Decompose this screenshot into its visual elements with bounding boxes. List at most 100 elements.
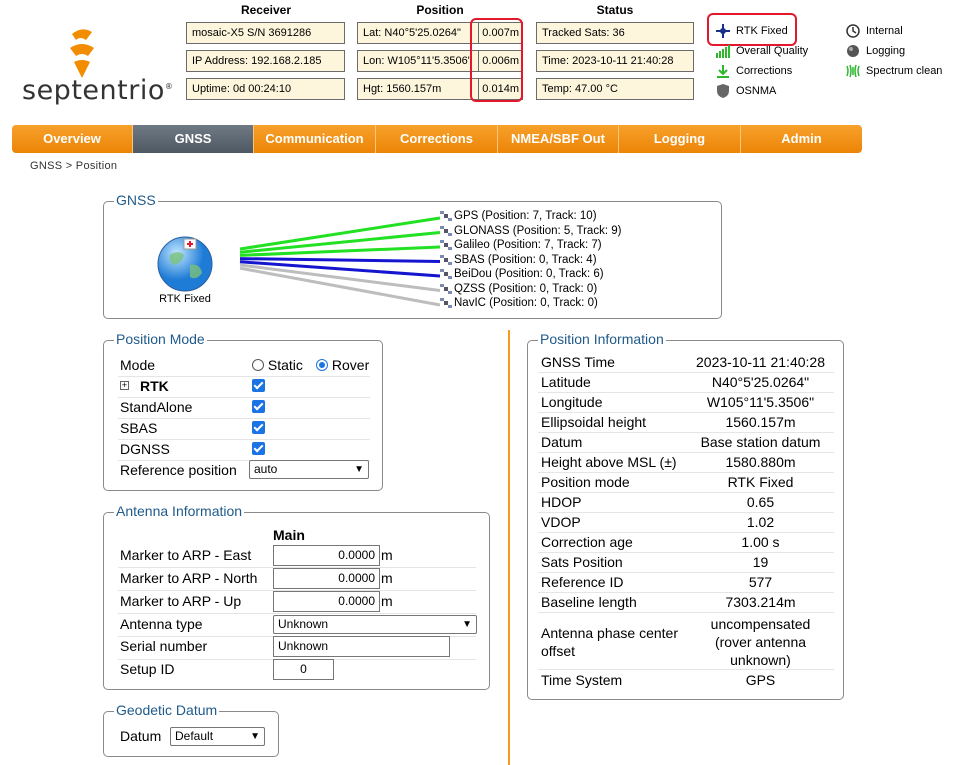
satellite-icon (440, 269, 452, 279)
accuracy-highlight (470, 18, 523, 102)
mode-label: Mode (120, 357, 156, 373)
position-mode-legend: Position Mode (114, 331, 207, 347)
satellite-icon (440, 240, 452, 250)
info-value: W105°11'5.3506" (706, 394, 815, 410)
status-title: Status (596, 3, 634, 17)
tab-communication[interactable]: Communication (254, 125, 376, 153)
rover-radio[interactable]: Rover (316, 357, 369, 373)
standalone-label: StandAlone (120, 399, 193, 415)
north-input[interactable]: 0.0000 (273, 568, 380, 589)
north-unit: m (381, 570, 393, 586)
up-input[interactable]: 0.0000 (273, 591, 380, 612)
sbas-label: SBAS (120, 420, 158, 436)
info-value: 1.02 (746, 514, 775, 530)
reference-position-select[interactable]: auto ▼ (249, 460, 369, 479)
east-unit: m (381, 547, 393, 563)
tab-admin[interactable]: Admin (741, 125, 862, 153)
serial-label: Serial number (120, 638, 208, 654)
gnss-panel: GNSS RTK Fixed GPS (Position: 7, Track: … (103, 192, 722, 319)
tab-corrections[interactable]: Corrections (376, 125, 498, 153)
constellation-label: GPS (Position: 7, Track: 10) (440, 210, 597, 222)
satellite-icon (440, 225, 452, 236)
east-input[interactable]: 0.0000 (273, 545, 380, 566)
constellation-label: BeiDou (Position: 0, Track: 6) (440, 268, 604, 280)
standalone-checkbox[interactable] (252, 400, 265, 413)
geodetic-datum-legend: Geodetic Datum (114, 702, 220, 718)
datum-select[interactable]: Default ▼ (170, 727, 265, 746)
info-value: RTK Fixed (727, 474, 794, 490)
info-label: Height above MSL (±) (541, 454, 677, 470)
info-value: 2023-10-11 21:40:28 (696, 354, 825, 370)
north-label: Marker to ARP - North (120, 570, 258, 586)
antenna-panel: Antenna Information Main Marker to ARP -… (103, 503, 490, 690)
info-value: Base station datum (700, 434, 821, 450)
chevron-down-icon: ▼ (250, 731, 260, 742)
constellation-label: NavIC (Position: 0, Track: 0) (440, 297, 598, 309)
constellation-lines (239, 216, 441, 307)
satellite-icon (440, 283, 452, 294)
clock-icon (846, 24, 860, 38)
reference-position-label: Reference position (120, 462, 237, 478)
antenna-type-select[interactable]: Unknown ▼ (273, 615, 477, 634)
expand-plus-icon[interactable]: + (120, 381, 129, 390)
septentrio-logo-icon (70, 29, 94, 78)
position-info-legend: Position Information (538, 331, 666, 347)
overall-quality-indicator[interactable]: Overall Quality (716, 44, 808, 58)
osnma-indicator[interactable]: OSNMA (716, 84, 776, 98)
time-system-value: GPS (745, 672, 776, 688)
info-label: Datum (541, 434, 583, 450)
tab-logging[interactable]: Logging (619, 125, 741, 153)
corrections-indicator[interactable]: Corrections (716, 64, 792, 78)
receiver-ip: IP Address: 192.168.2.185 (186, 50, 345, 72)
chevron-down-icon: ▼ (354, 464, 364, 475)
tab-gnss[interactable]: GNSS (133, 125, 254, 153)
info-value: 1.00 s (741, 534, 780, 550)
up-label: Marker to ARP - Up (120, 593, 242, 609)
info-label: Longitude (541, 394, 603, 410)
rtk-fixed-indicator[interactable]: RTK Fixed (716, 24, 788, 38)
rover-radio-icon (316, 359, 328, 371)
info-label: HDOP (541, 494, 582, 510)
static-radio-icon (252, 359, 264, 371)
static-radio[interactable]: Static (252, 357, 303, 373)
info-label: Baseline length (541, 594, 637, 610)
setup-id-input[interactable]: 0 (273, 659, 334, 680)
satellite-icon (440, 298, 452, 308)
main-nav: Overview GNSS Communication Corrections … (12, 125, 862, 153)
position-mode-panel: Position Mode Mode Static Rover + RTK St… (103, 331, 383, 491)
serial-input[interactable]: Unknown (273, 636, 450, 657)
geodetic-datum-panel: Geodetic Datum Datum Default ▼ (103, 702, 279, 757)
info-label: Reference ID (541, 574, 624, 590)
info-value: 19 (752, 554, 769, 570)
datum-label: Datum (120, 728, 162, 744)
receiver-uptime: Uptime: 0d 00:24:10 (186, 78, 345, 100)
spectrum-indicator[interactable]: Spectrum clean (846, 64, 942, 78)
spectrum-wave-icon (846, 64, 860, 78)
logging-indicator[interactable]: Logging (846, 44, 905, 58)
tab-overview[interactable]: Overview (12, 125, 133, 153)
internal-indicator[interactable]: Internal (846, 24, 903, 38)
rtk-label: RTK (140, 378, 169, 394)
info-value: 7303.214m (725, 594, 796, 610)
info-value: N40°5'25.0264" (711, 374, 810, 390)
shield-icon (717, 84, 729, 98)
rtk-checkbox[interactable] (252, 379, 265, 392)
download-arrow-icon (717, 65, 729, 78)
constellation-label: GLONASS (Position: 5, Track: 9) (440, 225, 621, 237)
tab-nmea-sbf-out[interactable]: NMEA/SBF Out (498, 125, 619, 153)
breadcrumb: GNSS > Position (30, 160, 118, 172)
info-label: Ellipsoidal height (541, 414, 647, 430)
phase-center-label: Antenna phase center offset (541, 625, 678, 659)
sbas-checkbox[interactable] (252, 421, 265, 434)
dgnss-checkbox[interactable] (252, 442, 265, 455)
constellation-label: SBAS (Position: 0, Track: 4) (440, 254, 597, 266)
signal-bars-icon (716, 45, 730, 58)
up-unit: m (381, 593, 393, 609)
column-divider (508, 330, 510, 765)
time-system-label: Time System (541, 672, 623, 688)
chevron-down-icon: ▼ (462, 619, 472, 630)
constellation-line (239, 257, 441, 263)
info-value: 577 (748, 574, 773, 590)
receiver-serial: mosaic-X5 S/N 3691286 (186, 22, 345, 44)
antenna-type-label: Antenna type (120, 616, 203, 632)
